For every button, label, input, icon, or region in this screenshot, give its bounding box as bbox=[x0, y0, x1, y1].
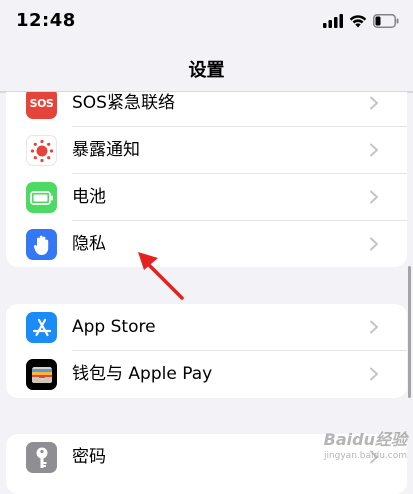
watermark-subtext: jingyan.baidu.com bbox=[323, 451, 407, 461]
battery-status-icon bbox=[373, 14, 399, 28]
settings-row-battery[interactable]: 电池 bbox=[6, 174, 407, 221]
settings-row-label: 暴露通知 bbox=[72, 140, 140, 160]
app-store-icon bbox=[26, 312, 57, 343]
chevron-right-icon bbox=[370, 96, 378, 110]
settings-row-label: 密码 bbox=[72, 447, 106, 467]
chevron-right-icon bbox=[370, 237, 378, 251]
status-bar-overlay: 12:48 bbox=[0, 0, 413, 42]
key-icon bbox=[26, 442, 57, 473]
nav-bar-overlay: 设置 bbox=[0, 42, 413, 92]
exposure-notification-icon bbox=[26, 135, 57, 166]
chevron-right-icon bbox=[370, 190, 378, 204]
settings-row-wallet[interactable]: 钱包与 Apple Pay bbox=[6, 351, 407, 398]
wifi-icon bbox=[349, 15, 367, 28]
chevron-right-icon bbox=[370, 143, 378, 157]
status-time: 12:48 bbox=[16, 10, 76, 31]
signal-icon bbox=[323, 14, 343, 28]
sos-icon-text: SOS bbox=[29, 97, 54, 110]
watermark-text: Baidu经验 bbox=[323, 430, 407, 449]
settings-row-label: App Store bbox=[72, 317, 156, 337]
chevron-right-icon bbox=[370, 367, 378, 381]
hand-icon bbox=[26, 229, 57, 260]
settings-group-2: App Store 钱包与 Apple Pay bbox=[6, 304, 407, 398]
page-title: 设置 bbox=[188, 60, 225, 81]
battery-icon bbox=[26, 182, 57, 213]
status-icons bbox=[323, 12, 399, 30]
sos-icon: SOS bbox=[26, 88, 57, 119]
wallet-icon bbox=[26, 359, 57, 390]
scroll-indicator[interactable] bbox=[408, 266, 411, 398]
settings-row-exposure-notification[interactable]: 暴露通知 bbox=[6, 127, 407, 174]
settings-row-label: 隐私 bbox=[72, 234, 106, 254]
settings-row-label: 电池 bbox=[72, 187, 106, 207]
settings-group-1: SOS SOS紧急联络 暴露通知 电池 隐私 bbox=[6, 80, 407, 267]
settings-row-app-store[interactable]: App Store bbox=[6, 304, 407, 351]
settings-row-privacy[interactable]: 隐私 bbox=[6, 221, 407, 267]
settings-row-label: 钱包与 Apple Pay bbox=[72, 364, 213, 384]
red-arrow-icon bbox=[138, 252, 184, 300]
baidu-watermark: Baidu经验 jingyan.baidu.com bbox=[311, 426, 407, 466]
chevron-right-icon bbox=[370, 320, 378, 334]
